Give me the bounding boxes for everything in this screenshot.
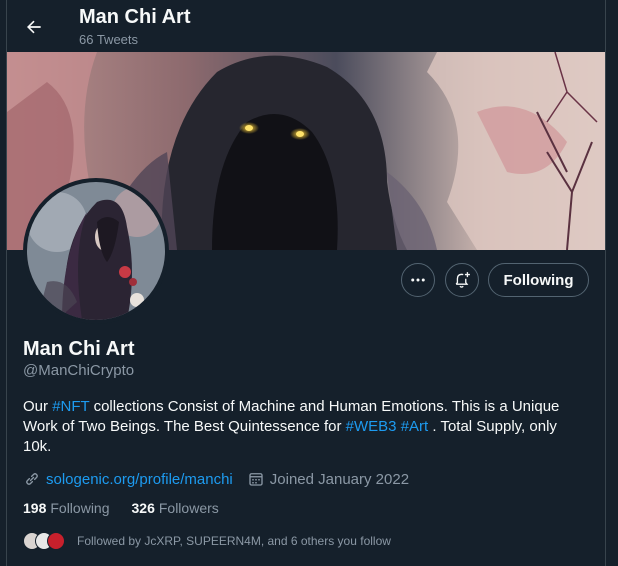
follower-avatar [47, 532, 65, 550]
more-dots-icon [411, 278, 425, 282]
avatar-artwork [27, 182, 165, 320]
profile-handle: @ManChiCrypto [23, 362, 135, 379]
profile-page: Man Chi Art 66 Tweets Following Man Chi … [6, 0, 606, 566]
profile-meta: sologenic.org/profile/manchi Joined Janu… [23, 468, 409, 490]
followed-by-row[interactable]: Followed by JcXRP, SUPEERN4M, and 6 othe… [23, 530, 391, 552]
followed-by-text: Followed by JcXRP, SUPEERN4M, and 6 othe… [77, 534, 391, 548]
profile-bio: Our #NFT collections Consist of Machine … [23, 397, 583, 457]
bell-plus-icon [455, 272, 470, 288]
notifications-button[interactable] [445, 263, 479, 297]
following-button[interactable]: Following [488, 263, 589, 297]
followers-count-link[interactable]: 326 Followers [132, 500, 219, 516]
follow-counts: 198 Following 326 Followers [23, 500, 241, 516]
back-button[interactable] [17, 10, 51, 44]
tweet-count: 66 Tweets [79, 32, 139, 47]
profile-header: Man Chi Art 66 Tweets [7, 0, 605, 52]
profile-name: Man Chi Art [23, 338, 135, 360]
following-count-link[interactable]: 198 Following [23, 500, 110, 516]
more-options-button[interactable] [401, 263, 435, 297]
calendar-icon [247, 470, 265, 488]
arrow-left-icon [27, 20, 41, 34]
header-title: Man Chi Art [79, 6, 191, 28]
website-link[interactable]: sologenic.org/profile/manchi [46, 471, 233, 488]
followers-label: Followers [158, 500, 219, 516]
profile-avatar[interactable] [23, 178, 169, 324]
link-icon [23, 470, 41, 488]
followers-count: 326 [131, 500, 155, 516]
hashtag-web3[interactable]: #WEB3 [346, 418, 397, 435]
following-count: 198 [23, 500, 47, 516]
bio-text: Our [23, 398, 53, 415]
hashtag-nft[interactable]: #NFT [52, 398, 89, 415]
joined-date: Joined January 2022 [269, 470, 410, 488]
hashtag-art[interactable]: #Art [401, 418, 429, 435]
following-label: Following [50, 500, 110, 516]
